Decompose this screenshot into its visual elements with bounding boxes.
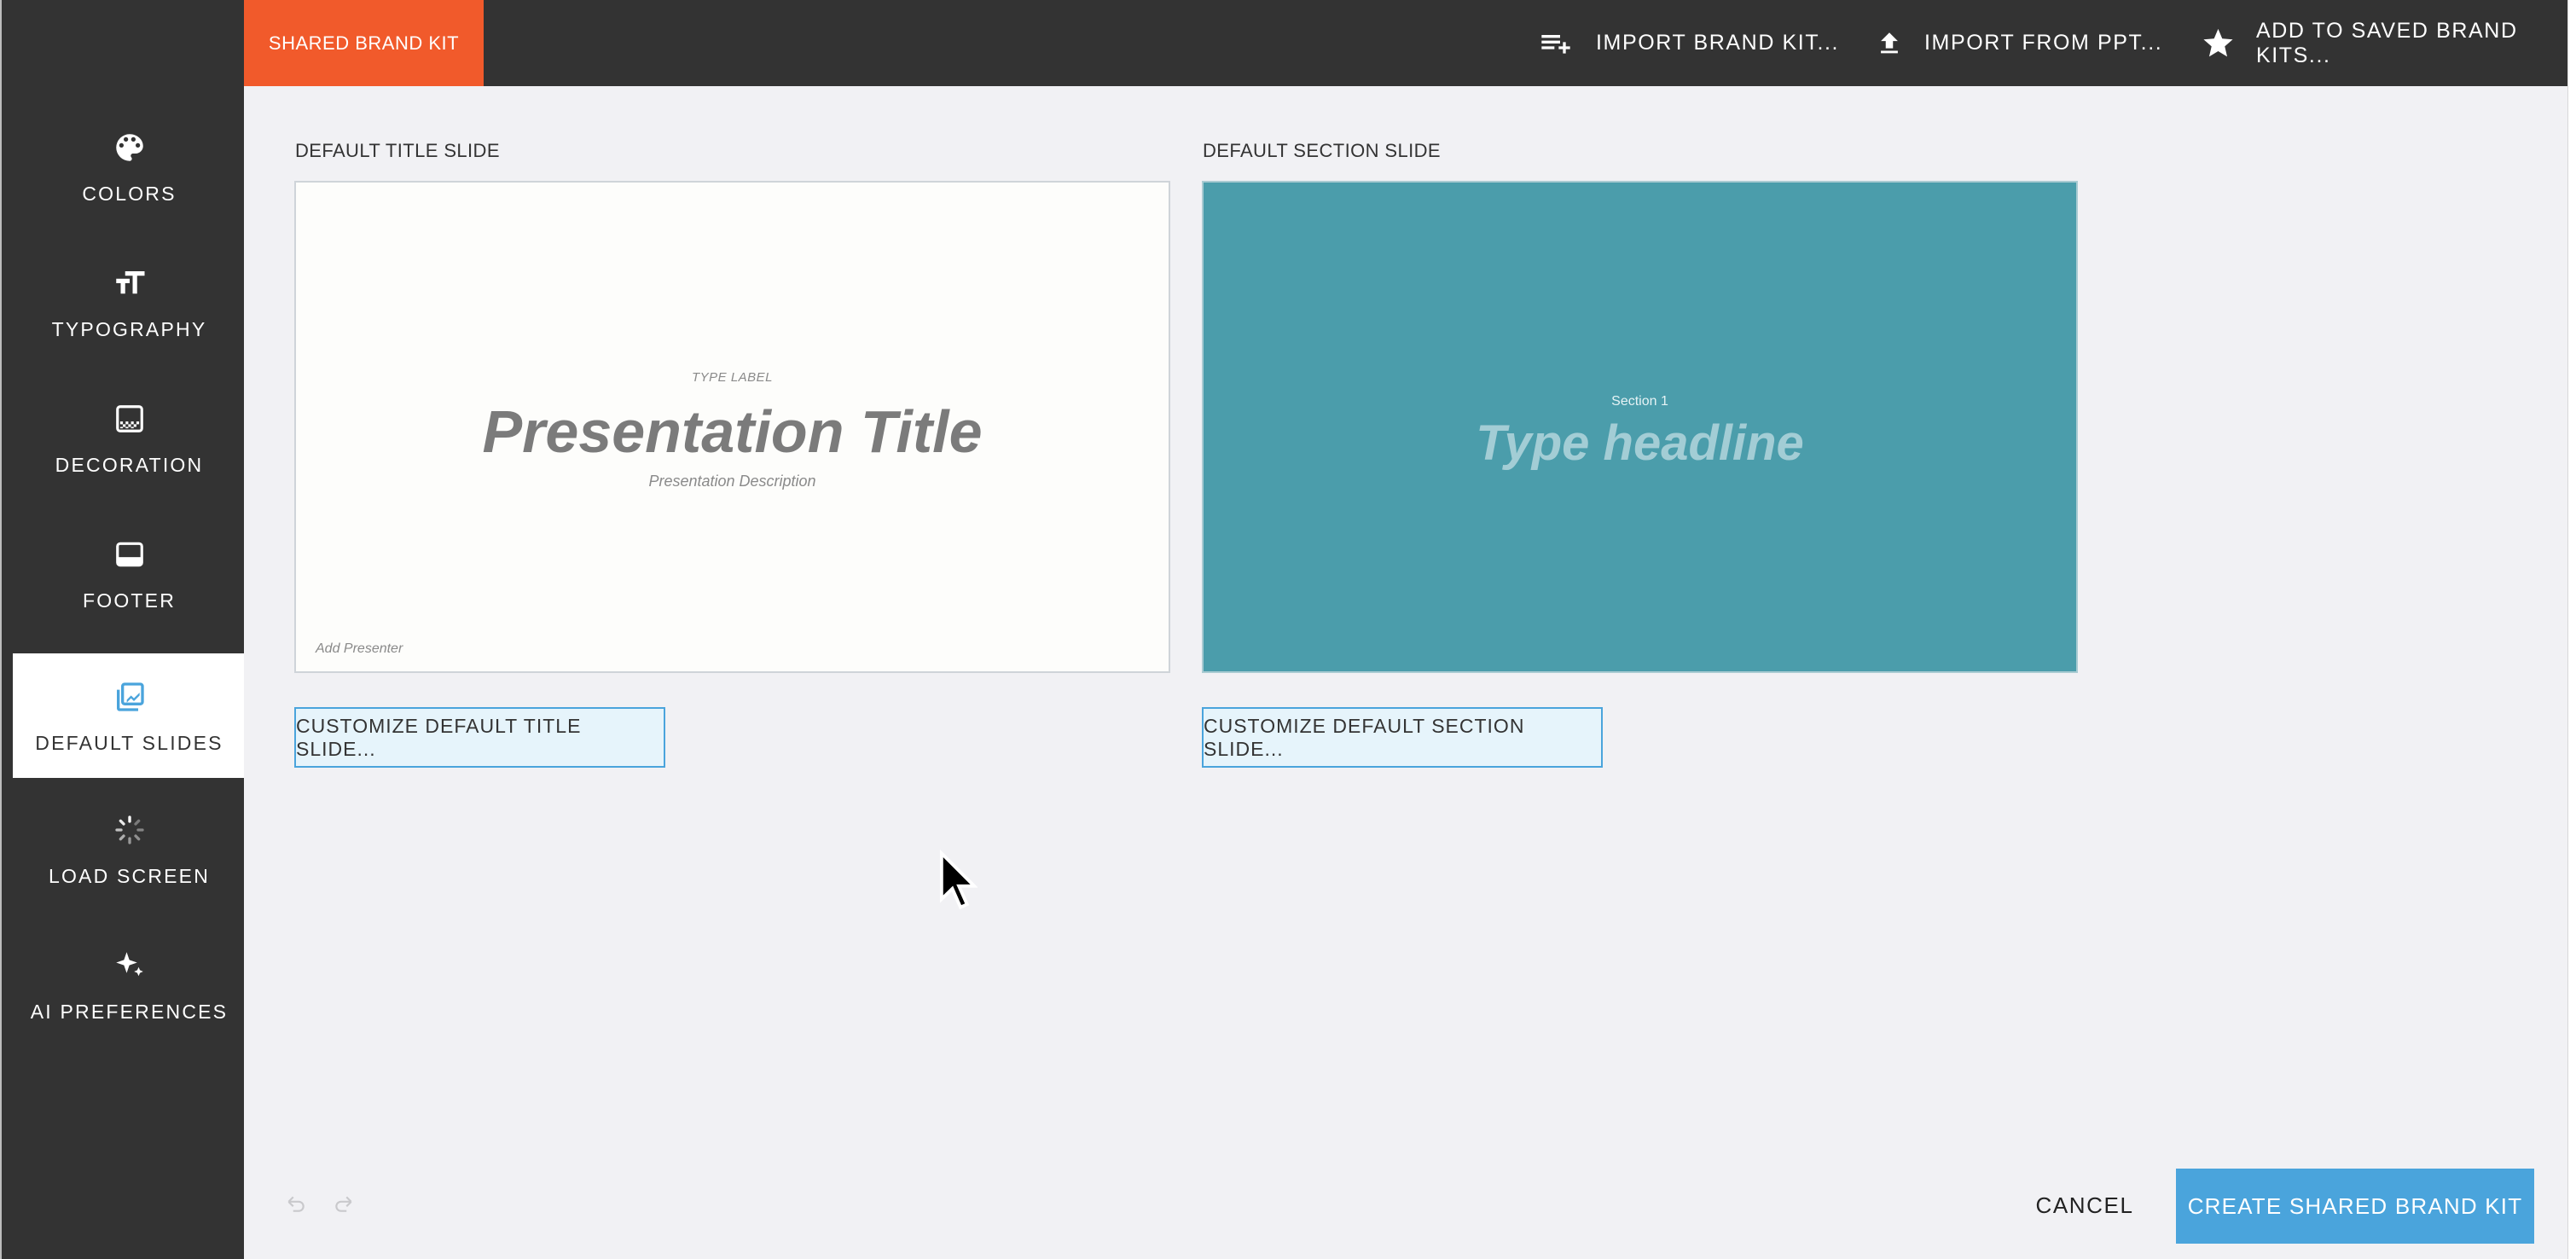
mouse-cursor-icon <box>939 850 978 910</box>
footer-icon <box>110 535 149 574</box>
sidebar-item-ai-preferences[interactable]: AI PREFERENCES <box>13 922 246 1047</box>
import-brand-kit-button[interactable]: IMPORT BRAND KIT... <box>1536 0 1839 86</box>
text-size-icon <box>110 264 149 303</box>
undo-redo-group <box>281 1192 358 1215</box>
playlist-add-icon <box>1541 34 1570 54</box>
sidebar-item-label: AI PREFERENCES <box>30 1000 229 1023</box>
star-icon <box>2203 28 2233 56</box>
undo-icon[interactable] <box>281 1192 310 1215</box>
decoration-icon <box>110 399 149 438</box>
sidebar-item-decoration[interactable]: DECORATION <box>13 375 246 500</box>
create-shared-brand-kit-button[interactable]: CREATE SHARED BRAND KIT <box>2176 1169 2534 1244</box>
upload-icon <box>1881 32 1898 53</box>
presenter-text: Add Presenter <box>316 641 403 656</box>
spinner-icon <box>110 810 149 850</box>
sidebar-item-load-screen[interactable]: LOAD SCREEN <box>13 786 246 911</box>
section-headline: Type headline <box>1476 415 1804 471</box>
presentation-description: Presentation Description <box>648 473 816 490</box>
default-title-slide-heading: DEFAULT TITLE SLIDE <box>295 140 500 161</box>
window-edge <box>2567 0 2576 1259</box>
import-from-ppt-button[interactable]: IMPORT FROM PPT... <box>1875 0 2162 86</box>
sidebar-item-label: TYPOGRAPHY <box>51 317 207 340</box>
sidebar-item-label: DEFAULT SLIDES <box>35 731 223 754</box>
default-slides-icon <box>110 677 149 717</box>
title-slide-preview[interactable]: TYPE LABEL Presentation Title Presentati… <box>294 181 1170 673</box>
top-bar: SHARED BRAND KIT IMPORT BRAND KIT... IMP… <box>244 0 2576 86</box>
palette-icon <box>110 128 149 167</box>
redo-icon[interactable] <box>329 1192 358 1215</box>
tab-shared-brand-kit[interactable]: SHARED BRAND KIT <box>244 0 484 86</box>
section-slide-preview[interactable]: Section 1 Type headline <box>1202 181 2078 673</box>
sidebar: COLORS TYPOGRAPHY DECORATION FOOTER DEFA… <box>0 0 246 1259</box>
main-content: DEFAULT TITLE SLIDE TYPE LABEL Presentat… <box>244 86 2567 1259</box>
import-brand-kit-label: IMPORT BRAND KIT... <box>1596 31 1840 55</box>
sidebar-item-label: LOAD SCREEN <box>48 864 211 887</box>
sidebar-item-label: DECORATION <box>55 453 204 476</box>
import-from-ppt-label: IMPORT FROM PPT... <box>1924 31 2163 55</box>
sparkle-icon <box>110 946 149 985</box>
add-to-saved-brand-kits-button[interactable]: ADD TO SAVED BRAND KITS... <box>2201 0 2576 86</box>
add-to-saved-brand-kits-label: ADD TO SAVED BRAND KITS... <box>2255 18 2518 67</box>
sidebar-item-colors[interactable]: COLORS <box>13 104 246 229</box>
sidebar-item-label: FOOTER <box>82 589 177 612</box>
customize-default-section-slide-button[interactable]: CUSTOMIZE DEFAULT SECTION SLIDE... <box>1202 707 1603 768</box>
sidebar-item-typography[interactable]: TYPOGRAPHY <box>13 240 246 364</box>
default-section-slide-heading: DEFAULT SECTION SLIDE <box>1203 140 1441 161</box>
customize-default-title-slide-button[interactable]: CUSTOMIZE DEFAULT TITLE SLIDE... <box>294 707 665 768</box>
sidebar-item-default-slides[interactable]: DEFAULT SLIDES <box>13 653 246 778</box>
presentation-title: Presentation Title <box>482 398 983 465</box>
type-label: TYPE LABEL <box>691 370 774 385</box>
sidebar-item-footer[interactable]: FOOTER <box>13 511 246 635</box>
sidebar-item-label: COLORS <box>82 182 177 205</box>
section-label: Section 1 <box>1611 394 1668 409</box>
cancel-button[interactable]: CANCEL <box>2030 1184 2139 1227</box>
